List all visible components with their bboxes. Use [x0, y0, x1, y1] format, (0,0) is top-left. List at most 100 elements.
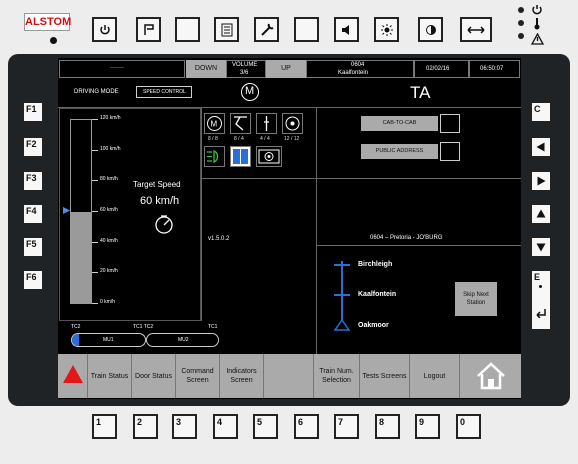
coupling-label: TC1 TC2 [133, 324, 154, 330]
station-name: Birchleigh [358, 261, 393, 268]
thermometer-icon [534, 18, 540, 30]
home-button[interactable] [460, 354, 521, 398]
unit-mu2[interactable]: MU2 [146, 333, 219, 347]
bogie-icon [258, 149, 280, 164]
divider [201, 108, 202, 321]
skip-next-station-button[interactable]: Skip Next Station [455, 282, 497, 316]
door-status-button[interactable]: Door Status [132, 354, 176, 398]
driving-mode-value: SPEED CONTROL [136, 86, 192, 98]
header-blank-field: —— [59, 60, 185, 78]
target-speed-marker [63, 207, 70, 214]
pantograph-icon [234, 116, 247, 131]
train-num-selection-button[interactable]: Train Num. Selection [314, 354, 360, 398]
headlight-icon [207, 150, 219, 163]
public-address-indicator [440, 142, 460, 161]
motor-status: M [204, 113, 225, 134]
blank-key-2[interactable] [294, 17, 319, 42]
num-key-8[interactable]: 8 [375, 414, 400, 439]
public-address-button[interactable]: PUBLIC ADDRESS [361, 144, 438, 159]
enter-key[interactable]: E [530, 269, 552, 331]
f5-key[interactable]: F5 [22, 236, 44, 258]
f4-key[interactable]: F4 [22, 203, 44, 225]
indicators-screen-button[interactable]: Indicators Screen [220, 354, 264, 398]
volume-up-button[interactable]: UP [266, 60, 306, 78]
power-key[interactable] [92, 17, 117, 42]
speaker-key[interactable] [334, 17, 359, 42]
alstom-logo: ALSTOM [24, 13, 71, 31]
brightness-key[interactable] [374, 17, 399, 42]
dmi-screen: —— DOWN VOLUME 3/6 UP 0604 Kaalfontein 0… [58, 58, 521, 399]
speed-tick [92, 180, 98, 182]
active-cab-indicator [72, 334, 79, 346]
unit-mu1[interactable]: MU1 [71, 333, 146, 347]
down-triangle-icon [536, 243, 546, 252]
speed-bar-track [70, 119, 92, 304]
mode-indicator: M [241, 83, 259, 101]
num-key-0[interactable]: 0 [456, 414, 481, 439]
num-key-4[interactable]: 4 [213, 414, 238, 439]
doors-icon [233, 149, 248, 164]
speed-tick-label: 20 km/h [100, 268, 118, 275]
enter-icon [536, 309, 546, 318]
station-marker [334, 264, 350, 266]
coupling-label: TC1 [208, 324, 218, 330]
target-speed-label: Target Speed [133, 180, 181, 189]
contrast-key[interactable] [418, 17, 443, 42]
train-status-button[interactable]: Train Status [88, 354, 132, 398]
num-key-9[interactable]: 9 [415, 414, 440, 439]
right-arrow-key[interactable] [530, 170, 552, 192]
swap-key[interactable] [460, 17, 492, 42]
wrench-key[interactable] [254, 17, 279, 42]
speed-bar-fill [71, 211, 91, 303]
f1-key[interactable]: F1 [22, 101, 44, 123]
date-display: 02/02/16 [414, 60, 469, 78]
contrast-icon [425, 24, 436, 35]
ta-indicator: TA [410, 83, 431, 102]
divider [202, 178, 521, 179]
flag-icon [143, 23, 154, 35]
power-status-icon [532, 5, 542, 15]
num-key-3[interactable]: 3 [172, 414, 197, 439]
left-arrow-key[interactable] [530, 136, 552, 158]
volume-display: VOLUME 3/6 [226, 60, 266, 78]
command-screen-button[interactable]: Command Screen [176, 354, 220, 398]
wheel-status [282, 113, 303, 134]
speed-tick [92, 211, 98, 212]
brightness-sensor [50, 37, 57, 44]
speed-tick-label: 40 km/h [100, 237, 118, 244]
blank-menu-button[interactable] [264, 354, 314, 398]
route-title: 0604 – Pretoria - JO'BURG [370, 235, 443, 241]
speed-tick [92, 149, 98, 151]
num-key-2[interactable]: 2 [133, 414, 158, 439]
alarm-button[interactable] [58, 354, 88, 398]
brake-status [256, 113, 277, 134]
tests-screens-button[interactable]: Tests Screens [360, 354, 410, 398]
speed-tick-label: 100 km/h [100, 145, 121, 152]
num-key-7[interactable]: 7 [334, 414, 359, 439]
num-key-1[interactable]: 1 [92, 414, 117, 439]
svg-text:M: M [211, 120, 218, 129]
num-key-6[interactable]: 6 [294, 414, 319, 439]
flag-key[interactable] [136, 17, 161, 42]
software-version: v1.5.0.2 [208, 236, 230, 242]
coupling-label: TC2 [71, 324, 81, 330]
num-key-5[interactable]: 5 [253, 414, 278, 439]
up-arrow-key[interactable] [530, 203, 552, 225]
f2-key[interactable]: F2 [22, 136, 44, 158]
cab-to-cab-button[interactable]: CAB-TO-CAB [361, 116, 438, 131]
down-arrow-key[interactable] [530, 236, 552, 258]
speed-tick [92, 241, 98, 243]
clear-key[interactable]: C [530, 101, 552, 123]
bogie-status [256, 146, 282, 167]
blank-key-1[interactable] [175, 17, 200, 42]
power-icon [99, 24, 110, 34]
speed-tick [92, 119, 98, 120]
document-key[interactable] [214, 17, 239, 42]
f6-key[interactable]: F6 [22, 269, 44, 291]
logout-button[interactable]: Logout [410, 354, 460, 398]
f3-key[interactable]: F3 [22, 170, 44, 192]
volume-down-button[interactable]: DOWN [186, 60, 226, 78]
pantograph-status [230, 113, 251, 134]
speaker-icon [341, 24, 349, 35]
alarm-triangle-icon [63, 365, 83, 383]
